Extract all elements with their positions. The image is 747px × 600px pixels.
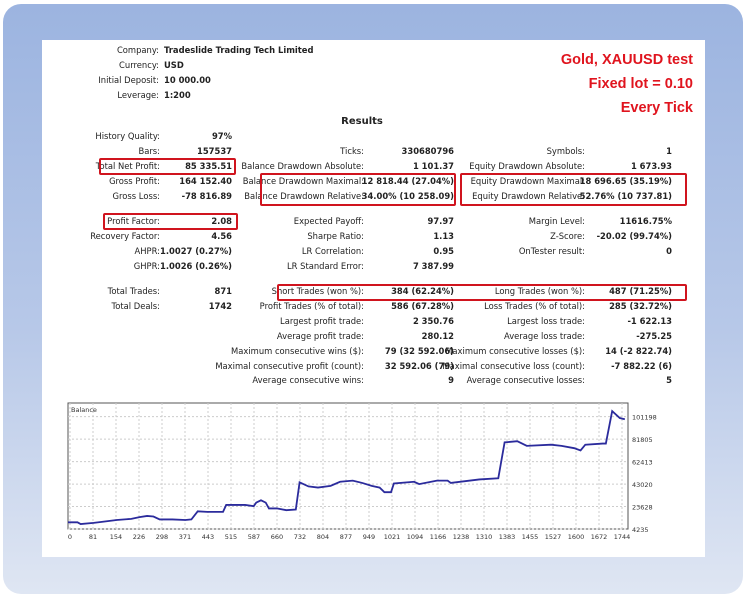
x-tick-label: 732 (294, 533, 306, 541)
x-tick-label: 81 (89, 533, 97, 541)
x-tick-label: 1600 (568, 533, 585, 541)
x-tick-label: 1744 (614, 533, 631, 541)
plot-area (67, 402, 629, 530)
tester-report: Gold, XAUUSD test Fixed lot = 0.10 Every… (42, 40, 705, 557)
y-tick-label: 43020 (632, 481, 653, 489)
x-tick-label: 1094 (407, 533, 424, 541)
y-tick-label: 81805 (632, 436, 653, 444)
x-tick-label: 587 (248, 533, 260, 541)
x-tick-label: 949 (363, 533, 375, 541)
y-tick-label: 101198 (632, 414, 657, 422)
x-tick-label: 1672 (591, 533, 608, 541)
x-tick-label: 515 (225, 533, 237, 541)
x-tick-label: 1166 (430, 533, 447, 541)
x-tick-label: 298 (156, 533, 168, 541)
x-tick-label: 660 (271, 533, 283, 541)
y-tick-label: 62413 (632, 459, 653, 467)
x-tick-label: 804 (317, 533, 329, 541)
x-tick-label: 877 (340, 533, 352, 541)
x-tick-label: 371 (179, 533, 191, 541)
x-tick-label: 1527 (545, 533, 562, 541)
x-tick-label: 226 (133, 533, 145, 541)
y-tick-label: 23628 (632, 504, 653, 512)
x-tick-label: 1455 (522, 533, 539, 541)
x-tick-label: 443 (202, 533, 214, 541)
balance-chart: 0 81 154 226 298 371 443 515 587 660 732 804 877 949 1… (67, 402, 657, 541)
x-tick-label: 1310 (476, 533, 493, 541)
x-tick-label: 154 (110, 533, 122, 541)
x-tick-label: 1021 (384, 533, 401, 541)
x-tick-label: 1238 (453, 533, 470, 541)
chart-title: Balance (71, 406, 97, 414)
x-tick-label: 1383 (499, 533, 516, 541)
x-tick-label: 0 (68, 533, 72, 541)
y-tick-label: 4235 (632, 526, 649, 534)
